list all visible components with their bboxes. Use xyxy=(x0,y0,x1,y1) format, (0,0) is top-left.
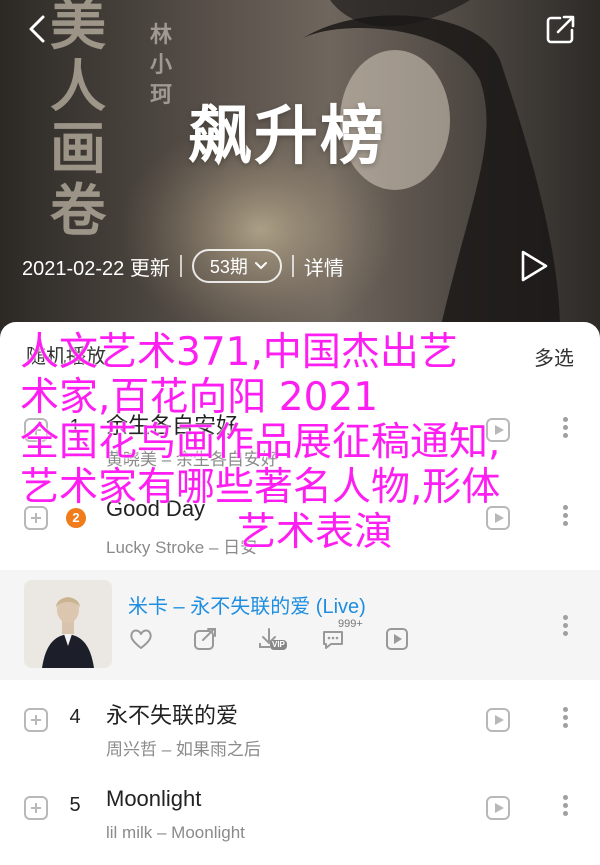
add-icon[interactable] xyxy=(24,796,48,820)
now-playing-title: 米卡 – 永不失联的爱 (Live) xyxy=(128,596,366,618)
like-icon[interactable] xyxy=(128,626,154,652)
video-play-icon[interactable] xyxy=(486,418,510,442)
rank-badge: 2 xyxy=(66,508,86,528)
action-bar: VIP 999+ xyxy=(128,618,448,652)
now-playing-item[interactable]: 米卡 – 永不失联的爱 (Live) VIP 999+ xyxy=(0,570,600,680)
song-artist: lil milk – Moonlight xyxy=(106,823,245,842)
share-icon[interactable] xyxy=(192,626,218,652)
video-play-icon[interactable] xyxy=(486,506,510,530)
list-item[interactable]: 5 Moonlight lil milk – Moonlight xyxy=(0,774,600,862)
multi-select-button[interactable]: 多选 xyxy=(534,342,574,371)
song-title: Good Day xyxy=(106,496,206,521)
rank-number: 1 xyxy=(69,416,81,438)
song-artist: 周兴哲 – 如果雨之后 xyxy=(106,740,261,759)
issue-count: 53期 xyxy=(209,257,248,277)
chevron-down-icon xyxy=(254,262,267,270)
add-icon[interactable] xyxy=(24,506,48,530)
video-play-icon[interactable] xyxy=(384,626,410,652)
song-title: 余生各自安好 xyxy=(106,413,239,438)
song-artist: 黄晓美 – 余生各自安好 xyxy=(106,450,278,469)
chart-meta-row: 2021-02-22 更新 53期 详情 xyxy=(22,248,344,284)
rank-number: 4 xyxy=(69,706,81,728)
video-play-icon[interactable] xyxy=(486,796,510,820)
comment-icon[interactable]: 999+ xyxy=(320,618,363,652)
list-header: 随机播放 多选 xyxy=(0,322,600,392)
mv-thumbnail[interactable] xyxy=(24,580,112,668)
video-play-icon[interactable] xyxy=(486,708,510,732)
rank-number: 5 xyxy=(69,794,81,816)
share-icon[interactable] xyxy=(544,12,578,46)
song-title: 永不失联的爱 xyxy=(106,703,239,728)
vip-badge-icon: VIP xyxy=(270,640,287,650)
add-icon[interactable] xyxy=(24,708,48,732)
top-bar xyxy=(0,0,600,60)
download-icon[interactable]: VIP xyxy=(256,626,287,652)
more-icon[interactable] xyxy=(562,704,568,734)
play-all-button[interactable]: 随机播放 xyxy=(26,340,106,369)
page-title: 飙升榜 xyxy=(188,100,386,174)
divider xyxy=(291,255,294,277)
more-icon[interactable] xyxy=(562,502,568,532)
list-item[interactable]: 4 永不失联的爱 周兴哲 – 如果雨之后 xyxy=(0,686,600,774)
chart-cover-header: 美人画卷 林小珂 飙升榜 2021-02-22 更新 53期 详情 xyxy=(0,0,600,330)
song-list-panel: 随机播放 多选 1 余生各自安好 黄晓美 – 余生各自安好 2 Good Day… xyxy=(0,322,600,865)
play-icon[interactable] xyxy=(518,248,550,284)
add-icon[interactable] xyxy=(24,418,48,442)
detail-link[interactable]: 详情 xyxy=(304,252,344,281)
update-date: 2021-02-22 更新 xyxy=(22,257,170,280)
song-title: Moonlight xyxy=(106,786,202,811)
more-icon[interactable] xyxy=(562,792,568,822)
more-icon[interactable] xyxy=(562,414,568,444)
list-item[interactable]: 1 余生各自安好 黄晓美 – 余生各自安好 xyxy=(0,396,600,484)
list-item[interactable]: 2 Good Day Lucky Stroke – 日安 xyxy=(0,484,600,572)
back-icon[interactable] xyxy=(22,12,56,46)
issue-selector[interactable]: 53期 xyxy=(191,249,282,283)
more-icon[interactable] xyxy=(562,612,568,642)
song-artist: Lucky Stroke – 日安 xyxy=(106,538,258,557)
comment-count: 999+ xyxy=(338,618,363,630)
divider xyxy=(179,255,182,277)
